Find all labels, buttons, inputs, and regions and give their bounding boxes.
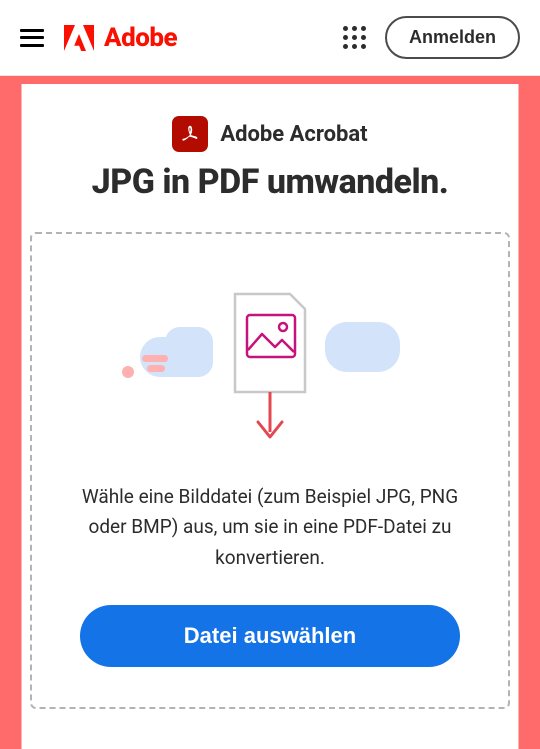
instructions-text: Wähle eine Bilddatei (zum Beispiel JPG, … (60, 482, 480, 573)
page-title: JPG in PDF umwandeln. (22, 162, 518, 202)
dropzone[interactable]: Wähle eine Bilddatei (zum Beispiel JPG, … (30, 232, 510, 709)
header-left: Adobe (20, 23, 177, 53)
acrobat-icon (172, 116, 208, 152)
app-name-label: Adobe Acrobat (220, 122, 367, 147)
main-area: Adobe Acrobat JPG in PDF umwandeln. (0, 76, 540, 749)
header-right: Anmelden (343, 16, 520, 59)
apps-grid-icon[interactable] (343, 26, 367, 50)
file-illustration (120, 282, 420, 442)
app-name-row: Adobe Acrobat (22, 116, 518, 152)
menu-icon[interactable] (20, 29, 44, 47)
adobe-logo-text: Adobe (104, 23, 177, 53)
adobe-logo[interactable]: Adobe (64, 23, 177, 53)
header-bar: Adobe Anmelden (0, 0, 540, 76)
tool-panel: Adobe Acrobat JPG in PDF umwandeln. (22, 92, 518, 749)
adobe-logo-icon (64, 25, 94, 51)
select-file-button[interactable]: Datei auswählen (80, 605, 460, 667)
signin-button[interactable]: Anmelden (385, 16, 520, 59)
